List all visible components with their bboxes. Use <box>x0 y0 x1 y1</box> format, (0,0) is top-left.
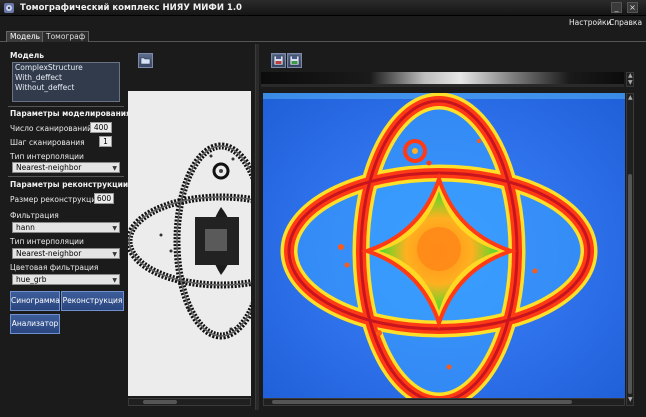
arrow-down-icon[interactable]: ▼ <box>628 397 633 403</box>
reconstruction-heatmap <box>263 93 625 406</box>
color-filter-label: Цветовая фильтрация <box>10 263 99 272</box>
sinogram-strip <box>261 72 624 87</box>
chevron-down-icon: ▼ <box>112 165 117 172</box>
recon-size-field[interactable]: 600 <box>94 193 114 204</box>
tab-bar: Модель Томограф <box>0 30 646 42</box>
filter-select[interactable]: hann ▼ <box>12 222 120 233</box>
arrow-down-icon[interactable]: ▼ <box>628 80 633 86</box>
scroll-thumb[interactable] <box>628 174 632 394</box>
scroll-thumb[interactable] <box>143 400 177 404</box>
recon-interp-value: Nearest-neighbor <box>16 249 82 258</box>
menu-bar: Настройки Справка <box>0 16 646 30</box>
menu-settings[interactable]: Настройки <box>569 18 611 27</box>
model-section-title: Модель <box>10 51 44 60</box>
reconstruction-button[interactable]: Реконструкция <box>61 291 124 311</box>
chevron-down-icon: ▼ <box>112 251 117 258</box>
model-list[interactable]: ComplexStructure With_deffect Without_de… <box>12 62 120 102</box>
app-icon <box>4 3 14 13</box>
folder-open-icon <box>140 57 151 65</box>
color-filter-value: hue_grb <box>16 275 47 284</box>
model-hscrollbar[interactable] <box>128 398 251 406</box>
scan-step-label: Шаг сканирования <box>10 138 85 147</box>
save-button[interactable] <box>271 53 286 68</box>
reconstruction-hscrollbar[interactable] <box>263 398 625 406</box>
tab-model[interactable]: Модель <box>6 31 45 42</box>
model-view-panel <box>126 44 253 410</box>
window-title: Томографический комплекс НИЯУ МИФИ 1.0 <box>20 3 242 13</box>
strip-vscrollbar[interactable]: ▲ ▼ <box>626 72 634 87</box>
reconstruction-vscrollbar[interactable]: ▲ ▼ <box>626 93 634 406</box>
chevron-down-icon: ▼ <box>112 225 117 232</box>
analyzer-button[interactable]: Анализатор <box>10 314 60 334</box>
modeling-params-title: Параметры моделирования <box>10 109 131 118</box>
modeling-interp-label: Тип интерполяции <box>10 152 84 161</box>
recon-interp-select[interactable]: Nearest-neighbor ▼ <box>12 248 120 259</box>
reconstruction-image <box>263 93 625 406</box>
close-button[interactable]: × <box>627 2 638 13</box>
model-phantom-image <box>128 91 251 396</box>
sinogram-preview <box>261 72 624 87</box>
scan-count-field[interactable]: 400 <box>90 122 112 133</box>
separator <box>8 176 124 177</box>
chevron-down-icon: ▼ <box>112 277 117 284</box>
model-image <box>128 91 251 396</box>
modeling-interp-value: Nearest-neighbor <box>16 163 82 172</box>
title-bar: Томографический комплекс НИЯУ МИФИ 1.0 _… <box>0 0 646 16</box>
modeling-interp-select[interactable]: Nearest-neighbor ▼ <box>12 162 120 173</box>
save-as-button[interactable] <box>287 53 302 68</box>
floppy-save-as-icon <box>289 55 300 66</box>
model-item-with-defect[interactable]: With_deffect <box>13 73 119 83</box>
open-button[interactable] <box>138 53 153 68</box>
tab-tomograph[interactable]: Томограф <box>42 31 90 42</box>
arrow-up-icon[interactable]: ▲ <box>628 95 633 101</box>
color-filter-select[interactable]: hue_grb ▼ <box>12 274 120 285</box>
settings-panel: Модель ComplexStructure With_deffect Wit… <box>2 44 131 410</box>
floppy-save-icon <box>273 55 284 66</box>
model-item-without-defect[interactable]: Without_deffect <box>13 83 119 93</box>
scroll-thumb[interactable] <box>272 400 572 404</box>
separator <box>8 106 124 107</box>
scan-step-field[interactable]: 1 <box>99 136 112 147</box>
filter-label: Фильтрация <box>10 211 59 220</box>
filter-value: hann <box>16 223 35 232</box>
recon-size-label: Размер реконструкции <box>10 195 101 204</box>
menu-help[interactable]: Справка <box>609 18 642 27</box>
model-item-complex-structure[interactable]: ComplexStructure <box>13 63 119 73</box>
minimize-button[interactable]: _ <box>611 2 622 13</box>
sinogram-button[interactable]: Синограмма <box>10 291 60 311</box>
reconstruction-view-panel: ▲ ▼ ▲ ▼ <box>259 44 641 410</box>
reconstruction-params-title: Параметры реконструкции <box>10 180 129 189</box>
recon-interp-label: Тип интерполяции <box>10 237 84 246</box>
scan-count-label: Число сканирований <box>10 124 92 133</box>
